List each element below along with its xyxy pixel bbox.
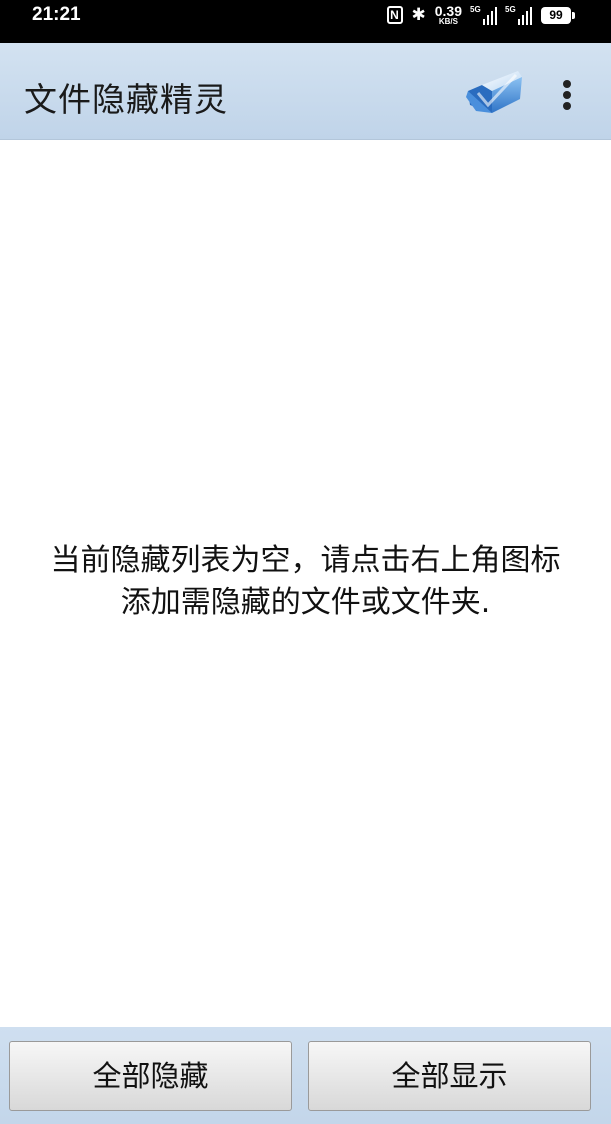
network-speed: 0.39 KB/S bbox=[435, 4, 462, 26]
signal-strength-icon-2: 5G bbox=[505, 5, 532, 25]
network-speed-unit: KB/S bbox=[438, 17, 458, 26]
status-bar: 21:21 N ✱ 0.39 KB/S 5G 5G 99 bbox=[0, 0, 611, 43]
app-bar: 文件隐藏精灵 bbox=[0, 43, 611, 140]
empty-message-line-1: 当前隐藏列表为空，请点击右上角图标 bbox=[50, 543, 561, 578]
empty-list-message: 当前隐藏列表为空，请点击右上角图标 添加需隐藏的文件或文件夹. bbox=[0, 540, 611, 624]
network-speed-value: 0.39 bbox=[434, 3, 462, 19]
signal-strength-icon-1: 5G bbox=[470, 5, 497, 25]
folder-check-icon bbox=[466, 71, 522, 113]
signal-tag-2: 5G bbox=[505, 5, 516, 14]
hide-all-button[interactable]: 全部隐藏 bbox=[9, 1041, 292, 1111]
status-icons: N ✱ 0.39 KB/S 5G 5G 99 bbox=[386, 3, 575, 27]
nfc-icon: N bbox=[386, 6, 403, 24]
bluetooth-icon: ✱ bbox=[411, 5, 426, 25]
status-time: 21:21 bbox=[32, 4, 81, 25]
empty-message-line-2: 添加需隐藏的文件或文件夹. bbox=[120, 585, 491, 620]
show-all-button[interactable]: 全部显示 bbox=[308, 1041, 591, 1111]
overflow-menu-button[interactable] bbox=[552, 73, 582, 113]
signal-tag-1: 5G bbox=[470, 5, 481, 14]
app-title: 文件隐藏精灵 bbox=[24, 80, 228, 119]
bottom-bar: 全部隐藏 全部显示 bbox=[0, 1027, 611, 1124]
battery-icon: 99 bbox=[541, 6, 575, 24]
add-files-button[interactable] bbox=[462, 65, 526, 117]
